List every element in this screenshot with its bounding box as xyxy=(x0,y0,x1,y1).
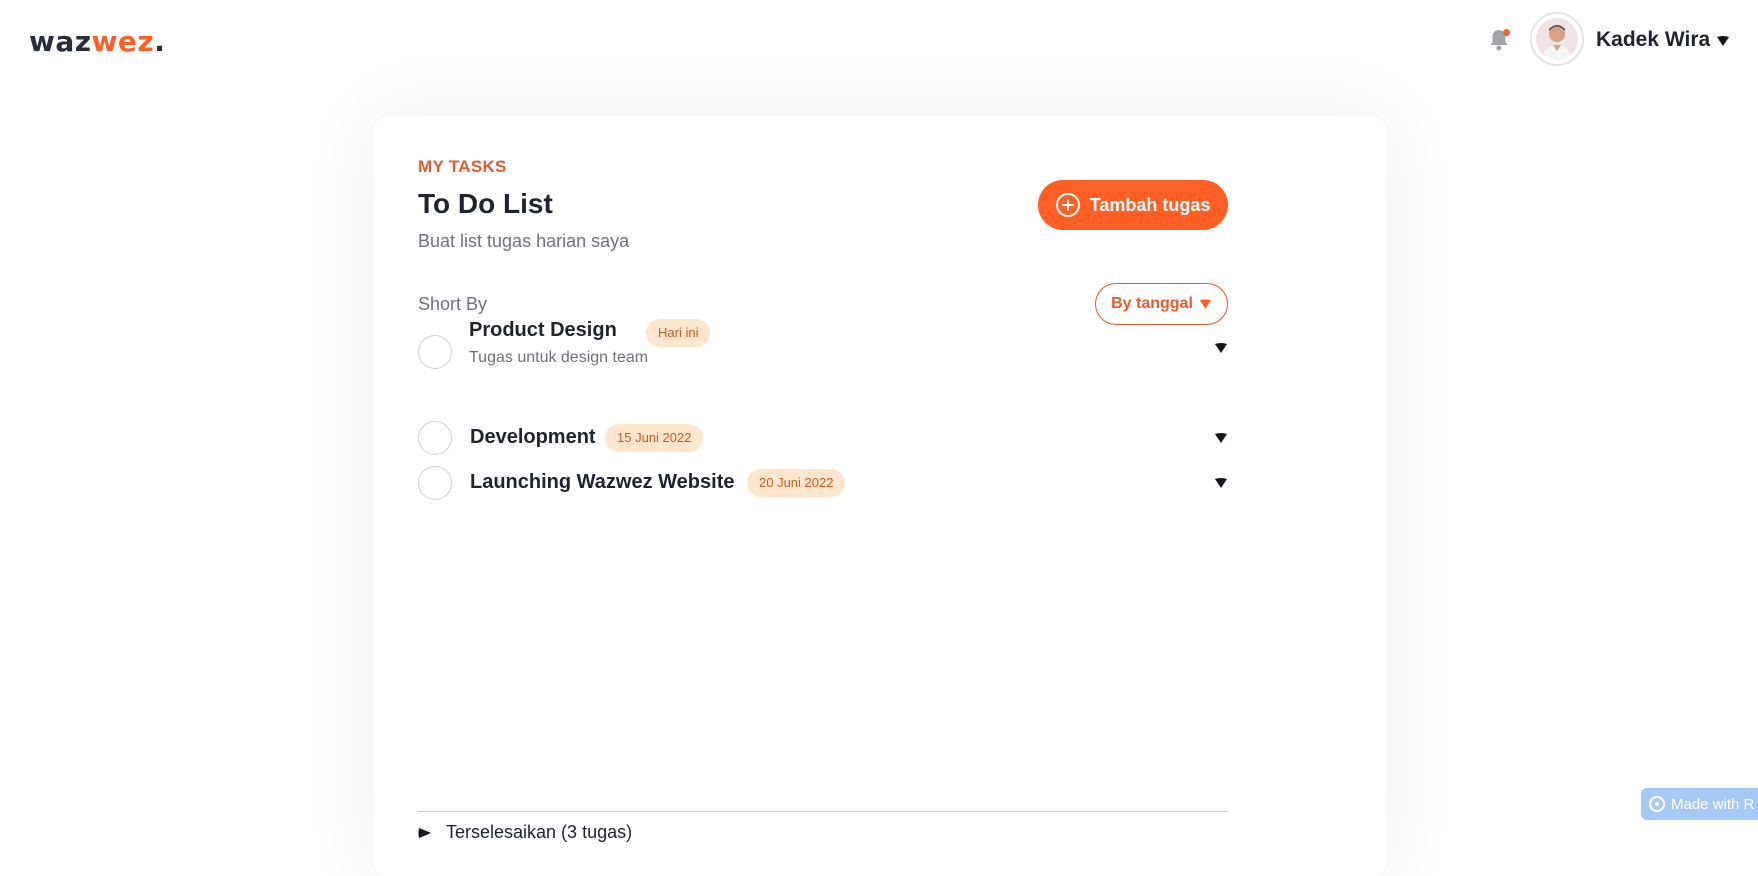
top-navbar: wazwez. Kadek Wira xyxy=(0,0,1758,84)
task-date-badge: 20 Juni 2022 xyxy=(747,469,846,497)
task-title: Launching Wazwez Website xyxy=(470,471,735,493)
plus-circle-icon xyxy=(1055,193,1080,217)
task-checkbox[interactable] xyxy=(418,335,452,369)
section-eyebrow: MY TASKS xyxy=(418,157,507,176)
logo-text-dark: waz xyxy=(29,25,92,58)
todo-card: MY TASKS To Do List Buat list tugas hari… xyxy=(374,116,1386,876)
task-expand-chevron-down-icon[interactable] xyxy=(1214,342,1228,354)
task-expand-chevron-down-icon[interactable] xyxy=(1214,477,1228,489)
task-checkbox[interactable] xyxy=(418,466,452,500)
add-task-label: Tambah tugas xyxy=(1089,194,1211,215)
avatar-image xyxy=(1536,18,1578,60)
task-expand-chevron-down-icon[interactable] xyxy=(1214,432,1228,444)
chevron-right-icon xyxy=(418,827,431,838)
logo-text-accent: wez xyxy=(91,25,155,58)
user-avatar[interactable] xyxy=(1530,12,1584,66)
page-subtitle: Buat list tugas harian saya xyxy=(418,231,630,251)
notification-dot xyxy=(1503,29,1510,36)
chevron-down-icon xyxy=(1199,299,1211,309)
completed-tasks-toggle[interactable]: Terselesaikan (3 tugas) xyxy=(418,822,632,843)
task-item: Development 15 Juni 2022 xyxy=(418,421,1228,455)
notification-bell-icon[interactable] xyxy=(1487,27,1511,53)
made-with-logo-icon xyxy=(1649,796,1665,812)
task-date-badge: Hari ini xyxy=(646,319,711,347)
completed-tasks-label: Terselesaikan (3 tugas) xyxy=(446,822,633,842)
user-menu-chevron-down-icon[interactable] xyxy=(1716,35,1730,47)
task-title: Development xyxy=(470,426,596,448)
task-item: Launching Wazwez Website 20 Juni 2022 xyxy=(418,466,1228,500)
add-task-button[interactable]: Tambah tugas xyxy=(1038,180,1228,230)
sort-dropdown-label: By tanggal xyxy=(1111,295,1193,312)
task-item: Product Design Hari ini Tugas untuk desi… xyxy=(418,319,1228,379)
divider xyxy=(418,811,1228,812)
sort-label: Short By xyxy=(418,294,488,314)
task-checkbox[interactable] xyxy=(418,421,452,455)
task-date-badge: 15 Juni 2022 xyxy=(605,424,704,452)
logo-dot: . xyxy=(154,25,166,58)
task-title: Product Design xyxy=(469,319,617,341)
app-logo[interactable]: wazwez. xyxy=(29,24,165,60)
made-with-badge[interactable]: Made with R xyxy=(1641,788,1758,820)
page-title: To Do List xyxy=(418,188,553,219)
task-description: Tugas untuk design team xyxy=(469,349,649,366)
made-with-label: Made with R xyxy=(1671,795,1755,813)
user-name[interactable]: Kadek Wira xyxy=(1596,28,1710,52)
